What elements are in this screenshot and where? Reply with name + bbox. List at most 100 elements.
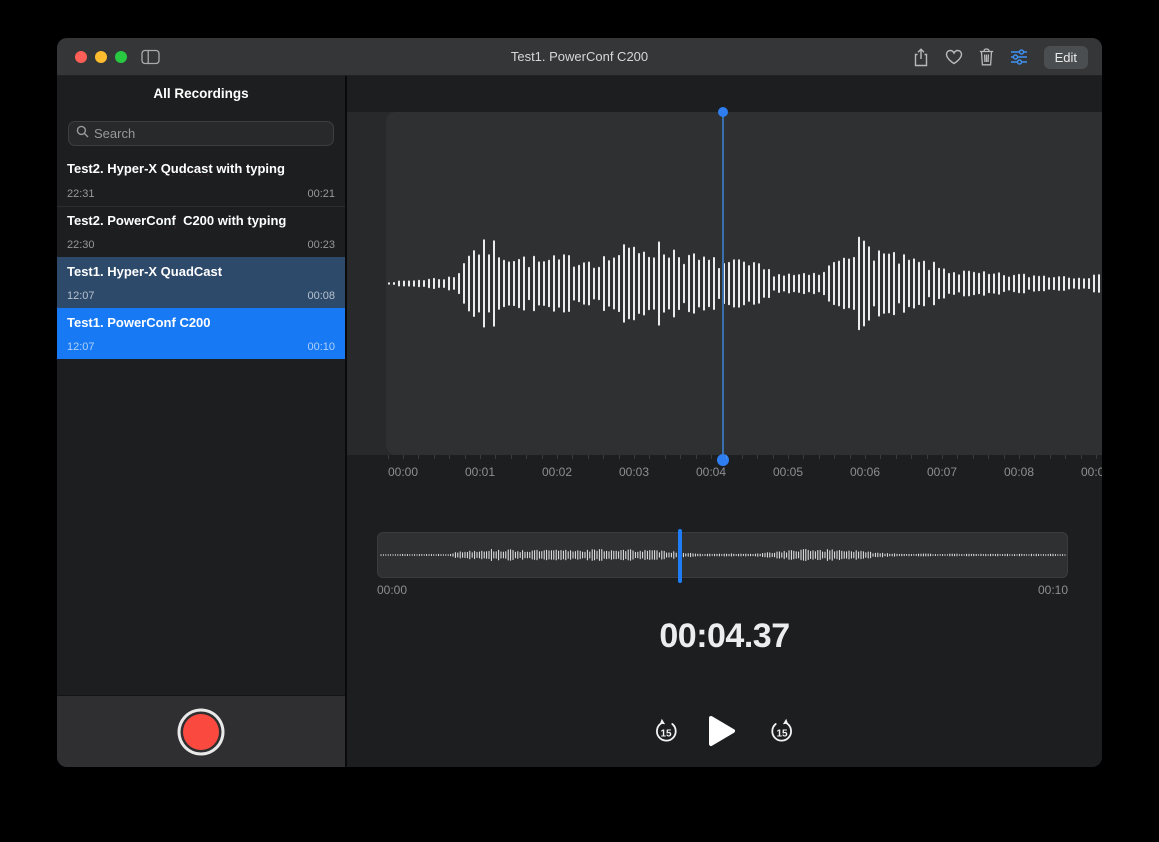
axis-tick	[495, 455, 496, 459]
recording-time: 22:31	[67, 188, 95, 200]
axis-tick	[480, 455, 481, 459]
axis-tick	[696, 455, 697, 459]
recording-time: 12:07	[67, 290, 95, 302]
recording-duration: 00:21	[307, 188, 335, 200]
sidebar-header: All Recordings	[57, 86, 345, 101]
axis-tick	[557, 455, 558, 459]
search-field[interactable]	[68, 121, 334, 146]
axis-tick	[1081, 455, 1082, 459]
axis-tick	[757, 455, 758, 459]
axis-tick	[1034, 455, 1035, 459]
axis-tick	[988, 455, 989, 459]
axis-tick-label: 00:05	[773, 465, 803, 479]
axis-tick	[911, 455, 912, 459]
axis-tick	[680, 455, 681, 459]
axis-tick	[1096, 455, 1097, 459]
axis-tick	[711, 455, 712, 459]
axis-tick	[619, 455, 620, 459]
overview-strip[interactable]	[377, 532, 1068, 578]
axis-tick-label: 00:06	[850, 465, 880, 479]
axis-tick	[726, 455, 727, 459]
overview-waveform[interactable]	[378, 533, 1067, 577]
axis-tick	[788, 455, 789, 459]
titlebar: Test1. PowerConf C200	[57, 38, 1102, 76]
axis-tick-label: 00:08	[1004, 465, 1034, 479]
axis-tick	[649, 455, 650, 459]
axis-tick	[511, 455, 512, 459]
overview-end-label: 00:10	[1038, 583, 1068, 597]
overview-playhead[interactable]	[678, 529, 682, 583]
axis-tick	[927, 455, 928, 459]
recording-duration: 00:23	[307, 239, 335, 251]
axis-tick-label: 00:02	[542, 465, 572, 479]
search-input[interactable]	[94, 126, 326, 141]
axis-tick-label: 00:00	[388, 465, 418, 479]
axis-tick	[850, 455, 851, 459]
axis-tick	[572, 455, 573, 459]
axis-tick-label: 00:04	[696, 465, 726, 479]
edit-button[interactable]: Edit	[1044, 46, 1088, 69]
axis-tick	[819, 455, 820, 459]
recording-duration: 00:10	[307, 341, 335, 353]
recording-title: Test1. Hyper-X QuadCast	[67, 264, 335, 279]
axis-tick-label: 00:07	[927, 465, 957, 479]
recording-duration: 00:08	[307, 290, 335, 302]
recordings-list: Test2. Hyper-X Qudcast with typing 22:31…	[57, 155, 345, 359]
axis-tick	[588, 455, 589, 459]
share-icon[interactable]	[913, 48, 929, 67]
axis-tick	[665, 455, 666, 459]
main-waveform[interactable]	[386, 112, 1102, 455]
axis-tick	[603, 455, 604, 459]
axis-tick-label: 00:01	[465, 465, 495, 479]
svg-text:15: 15	[660, 729, 672, 740]
axis-tick	[957, 455, 958, 459]
heart-icon[interactable]	[945, 49, 963, 65]
axis-tick	[742, 455, 743, 459]
axis-tick	[1004, 455, 1005, 459]
list-item-recording[interactable]: Test2. Hyper-X Qudcast with typing 22:31…	[57, 155, 345, 206]
axis-tick	[403, 455, 404, 459]
axis-tick	[880, 455, 881, 459]
axis-tick	[1050, 455, 1051, 459]
list-item-recording-selected-secondary[interactable]: Test1. Hyper-X QuadCast 12:07 00:08	[57, 257, 345, 308]
skip-forward-15-button[interactable]: 15	[768, 717, 796, 749]
play-button[interactable]	[708, 715, 736, 750]
axis-tick	[526, 455, 527, 459]
axis-tick-label: 00:03	[619, 465, 649, 479]
axis-tick	[973, 455, 974, 459]
recording-time: 12:07	[67, 341, 95, 353]
axis-tick	[634, 455, 635, 459]
playhead-top-dot[interactable]	[718, 107, 728, 117]
list-item-recording[interactable]: Test2. PowerConf C200 with typing 22:30 …	[57, 206, 345, 257]
axis-tick	[434, 455, 435, 459]
skip-back-15-button[interactable]: 15	[652, 717, 680, 749]
app-window: Test1. PowerConf C200	[57, 38, 1102, 767]
axis-tick	[834, 455, 835, 459]
axis-tick	[942, 455, 943, 459]
recording-title: Test2. PowerConf C200 with typing	[67, 213, 335, 228]
list-item-recording-selected[interactable]: Test1. PowerConf C200 12:07 00:10	[57, 308, 345, 359]
recording-title: Test2. Hyper-X Qudcast with typing	[67, 161, 335, 176]
record-button[interactable]	[183, 714, 219, 750]
axis-tick	[803, 455, 804, 459]
player-pane: 00:00 00:01 00:02 00:03 00:04 00:05 00:06 00:07…	[347, 76, 1102, 767]
axis-tick	[542, 455, 543, 459]
axis-tick-label: 00:09	[1081, 465, 1102, 479]
playhead-line[interactable]	[722, 112, 724, 460]
time-axis: 00:00 00:01 00:02 00:03 00:04 00:05 00:06 00:07…	[347, 455, 1102, 495]
waveform-clip[interactable]	[386, 112, 1102, 455]
axis-tick	[388, 455, 389, 459]
playback-settings-icon[interactable]	[1010, 49, 1028, 65]
recording-title: Test1. PowerConf C200	[67, 315, 335, 330]
sidebar: All Recordings Test2. Hyper-X Qudcast wi…	[57, 76, 345, 767]
axis-tick	[896, 455, 897, 459]
axis-tick	[465, 455, 466, 459]
axis-tick	[1065, 455, 1066, 459]
transport-controls: 15 15	[347, 704, 1102, 760]
axis-tick	[773, 455, 774, 459]
overview-start-label: 00:00	[377, 583, 407, 597]
axis-tick	[865, 455, 866, 459]
sidebar-footer	[57, 695, 345, 767]
svg-text:15: 15	[776, 729, 788, 740]
trash-icon[interactable]	[979, 48, 994, 66]
